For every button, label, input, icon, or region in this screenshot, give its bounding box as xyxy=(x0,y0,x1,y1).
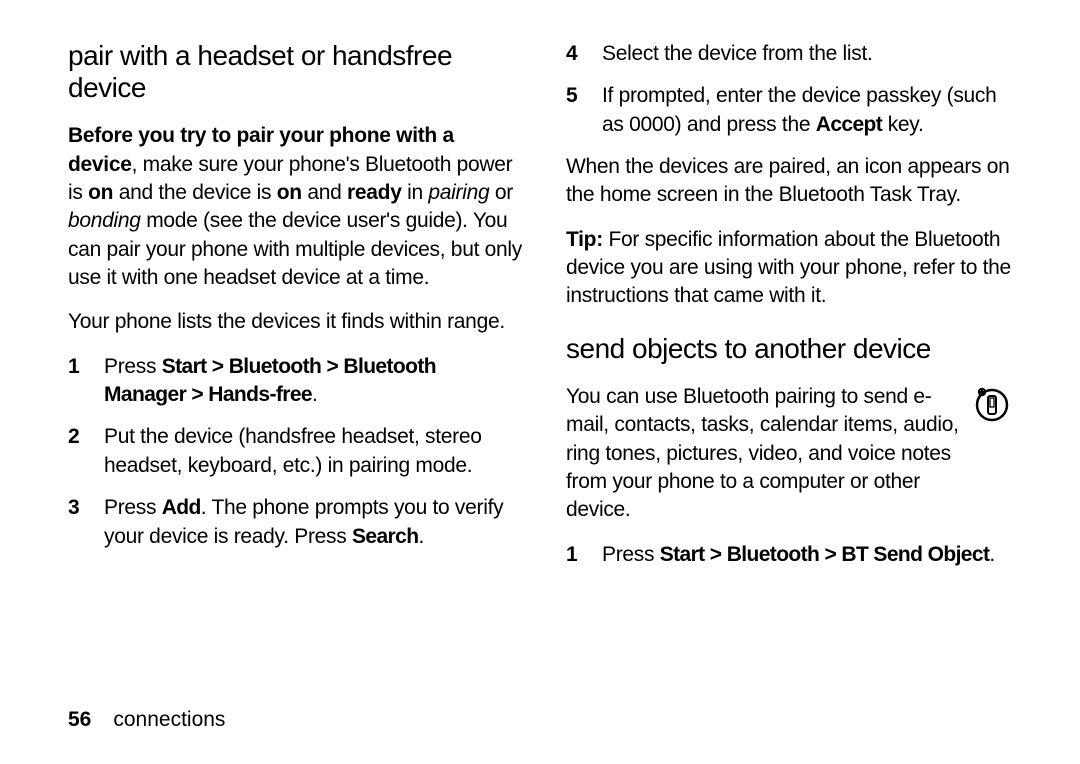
section-name: connections xyxy=(113,706,225,734)
right-column: 4 Select the device from the list. 5 If … xyxy=(566,40,1020,696)
pair-intro-paragraph: Before you try to pair your phone with a… xyxy=(68,122,522,292)
step-1: 1 Press Start > Bluetooth > Bluetooth Ma… xyxy=(68,353,522,410)
pair-steps-list-right: 4 Select the device from the list. 5 If … xyxy=(566,40,1020,139)
send-steps-list: 1 Press Start > Bluetooth > BT Send Obje… xyxy=(566,541,1020,569)
paired-icon-paragraph: When the devices are paired, an icon app… xyxy=(566,153,1020,210)
step-5: 5 If prompted, enter the device passkey … xyxy=(566,82,1020,139)
heading-pair: pair with a headset or handsfree device xyxy=(68,40,522,104)
left-column: pair with a headset or handsfree device … xyxy=(68,40,522,696)
heading-send: send objects to another device xyxy=(566,333,1020,365)
feature-icon xyxy=(972,383,1012,430)
page: pair with a headset or handsfree device … xyxy=(0,0,1080,764)
page-number: 56 xyxy=(68,706,91,734)
two-column-layout: pair with a headset or handsfree device … xyxy=(68,40,1020,696)
step-3: 3 Press Add. The phone prompts you to ve… xyxy=(68,494,522,551)
send-step-1: 1 Press Start > Bluetooth > BT Send Obje… xyxy=(566,541,1020,569)
send-intro-block: You can use Bluetooth pairing to send e-… xyxy=(566,383,1020,525)
pair-range-paragraph: Your phone lists the devices it finds wi… xyxy=(68,308,522,336)
pair-steps-list-left: 1 Press Start > Bluetooth > Bluetooth Ma… xyxy=(68,353,522,551)
page-footer: 56 connections xyxy=(68,696,1020,734)
tip-paragraph: Tip: For specific information about the … xyxy=(566,226,1020,311)
send-intro-paragraph: You can use Bluetooth pairing to send e-… xyxy=(566,383,966,525)
step-4: 4 Select the device from the list. xyxy=(566,40,1020,68)
step-2: 2 Put the device (handsfree headset, ste… xyxy=(68,423,522,480)
